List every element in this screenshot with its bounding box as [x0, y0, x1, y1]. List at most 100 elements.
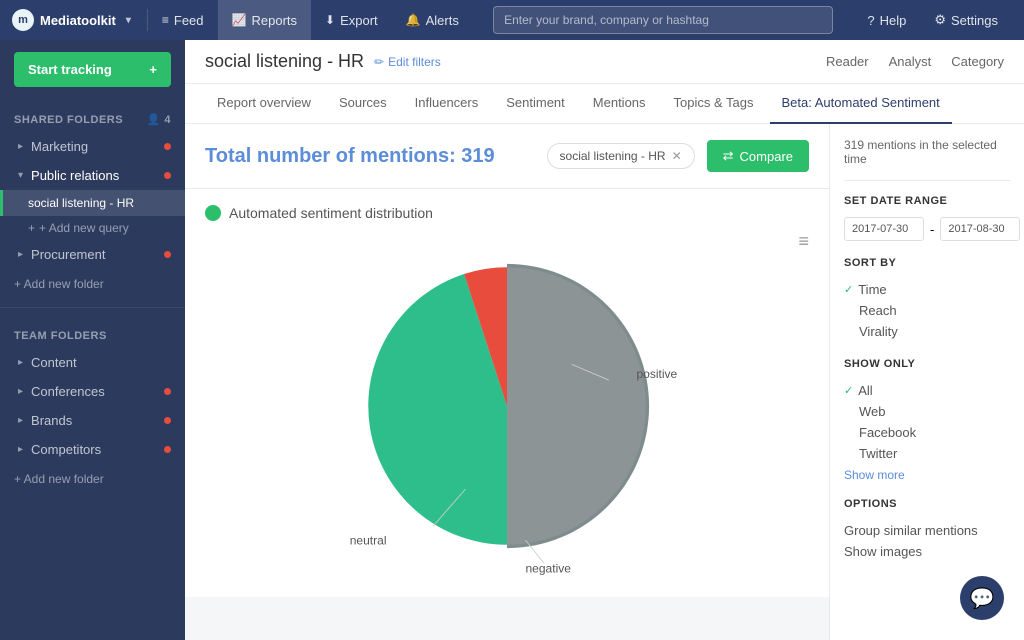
sort-by-label: SORT BY: [844, 257, 1010, 269]
tab-category[interactable]: Category: [951, 50, 1004, 73]
start-tracking-label: Start tracking: [28, 62, 112, 77]
date-range: -: [844, 217, 1010, 241]
sidebar-item-conferences[interactable]: ▸ Conferences: [0, 377, 185, 406]
subtab-report-overview[interactable]: Report overview: [205, 84, 323, 124]
show-only-facebook[interactable]: Facebook: [844, 422, 1010, 443]
chevron-right-icon: ▸: [18, 249, 23, 260]
brand-chevron-icon: ▾: [126, 15, 131, 26]
subtab-sources[interactable]: Sources: [327, 84, 399, 124]
feed-icon: ≡: [162, 13, 169, 27]
brand-label: Mediatoolkit: [40, 13, 116, 28]
search-input[interactable]: [493, 6, 833, 34]
notification-dot: [164, 143, 171, 150]
brand[interactable]: Mediatoolkit ▾: [12, 9, 148, 31]
sort-option-time[interactable]: Time: [844, 279, 1010, 300]
pie-chart-main: positive neutral negative: [297, 221, 717, 591]
add-new-folder-team[interactable]: + Add new folder: [0, 464, 185, 494]
nav-item-export[interactable]: ⬇ Export: [311, 0, 392, 40]
tab-reader[interactable]: Reader: [826, 50, 869, 73]
start-tracking-button[interactable]: Start tracking +: [14, 52, 171, 87]
active-query-label: social listening - HR: [28, 196, 134, 210]
chevron-right-icon: ▸: [18, 444, 23, 455]
team-folders-section: TEAM FOLDERS: [0, 316, 185, 348]
sort-option-virality[interactable]: Virality: [844, 321, 1010, 342]
mentions-count: 319: [461, 145, 494, 167]
sub-tabs: Report overview Sources Influencers Sent…: [185, 84, 1024, 124]
date-from-input[interactable]: [844, 217, 924, 241]
pie-label-negative: negative: [526, 562, 572, 576]
nav-item-alerts[interactable]: 🔔 Alerts: [392, 0, 473, 40]
chart-section: Automated sentiment distribution ≡: [185, 189, 829, 597]
sidebar-item-procurement[interactable]: ▸ Procurement: [0, 240, 185, 269]
person-icon: 👤: [147, 114, 161, 126]
main-layout: Start tracking + SHARED FOLDERS 👤 4 ▸ Ma…: [0, 40, 1024, 640]
sort-option-reach[interactable]: Reach: [844, 300, 1010, 321]
nav-item-alerts-label: Alerts: [426, 13, 459, 28]
subtab-sentiment[interactable]: Sentiment: [494, 84, 577, 124]
options-section: OPTIONS Group similar mentions Show imag…: [844, 498, 1010, 562]
reports-icon: 📈: [232, 13, 247, 27]
nav-item-reports[interactable]: 📈 Reports: [218, 0, 311, 40]
show-only-all[interactable]: All: [844, 380, 1010, 401]
nav-item-export-label: Export: [340, 13, 378, 28]
show-only-twitter[interactable]: Twitter: [844, 443, 1010, 464]
add-new-query-link[interactable]: + + Add new query: [0, 216, 185, 240]
pie-label-positive: positive: [637, 367, 678, 381]
subtab-beta-automated-sentiment[interactable]: Beta: Automated Sentiment: [770, 84, 952, 124]
options-label: OPTIONS: [844, 498, 1010, 510]
chevron-down-icon: ▾: [18, 170, 23, 181]
sidebar-item-competitors[interactable]: ▸ Competitors: [0, 435, 185, 464]
edit-filters-link[interactable]: ✏ Edit filters: [374, 55, 441, 69]
mentions-total-prefix: Total number of mentions:: [205, 145, 461, 167]
nav-item-help[interactable]: ? Help: [853, 0, 920, 40]
show-more-link[interactable]: Show more: [844, 464, 1010, 482]
chart-title-icon: [205, 205, 221, 221]
sidebar-item-marketing[interactable]: ▸ Marketing: [0, 132, 185, 161]
filter-tag-remove-icon[interactable]: ✕: [672, 149, 682, 163]
chevron-right-icon: ▸: [18, 141, 23, 152]
group-similar-mentions-link[interactable]: Group similar mentions: [844, 520, 1010, 541]
plus-icon: +: [149, 62, 157, 77]
compare-button[interactable]: ⇄ Compare: [707, 140, 809, 172]
tab-analyst[interactable]: Analyst: [889, 50, 932, 73]
show-images-link[interactable]: Show images: [844, 541, 1010, 562]
date-separator: -: [930, 222, 934, 237]
sidebar-competitors-label: Competitors: [31, 442, 101, 457]
sidebar-item-content[interactable]: ▸ Content: [0, 348, 185, 377]
subtab-influencers[interactable]: Influencers: [403, 84, 491, 124]
brand-icon: [12, 9, 34, 31]
subtab-topics-tags[interactable]: Topics & Tags: [662, 84, 766, 124]
chat-icon: 💬: [970, 586, 995, 611]
chart-menu-icon[interactable]: ≡: [798, 231, 809, 252]
chevron-right-icon: ▸: [18, 386, 23, 397]
sidebar: Start tracking + SHARED FOLDERS 👤 4 ▸ Ma…: [0, 40, 185, 640]
chevron-right-icon: ▸: [18, 357, 23, 368]
sidebar-item-social-listening-hr[interactable]: social listening - HR: [0, 190, 185, 216]
pie-label-neutral: neutral: [350, 534, 387, 548]
notification-dot: [164, 446, 171, 453]
add-new-folder-shared[interactable]: + Add new folder: [0, 269, 185, 299]
nav-items: ≡ Feed 📈 Reports ⬇ Export 🔔 Alerts: [148, 0, 473, 40]
sidebar-item-public-relations[interactable]: ▾ Public relations: [0, 161, 185, 190]
sidebar-content-label: Content: [31, 355, 77, 370]
chevron-right-icon: ▸: [18, 415, 23, 426]
nav-item-reports-label: Reports: [251, 13, 297, 28]
sidebar-brands-label: Brands: [31, 413, 72, 428]
shared-folders-section: SHARED FOLDERS 👤 4: [0, 99, 185, 132]
settings-icon: ⚙: [934, 12, 946, 28]
nav-item-settings[interactable]: ⚙ Settings: [920, 0, 1012, 40]
subtab-mentions[interactable]: Mentions: [581, 84, 658, 124]
nav-right: ? Help ⚙ Settings: [853, 0, 1012, 40]
sidebar-procurement-label: Procurement: [31, 247, 105, 262]
mentions-filter-area: social listening - HR ✕ ⇄ Compare: [547, 140, 809, 172]
nav-item-feed[interactable]: ≡ Feed: [148, 0, 218, 40]
pencil-icon: ✏: [374, 55, 384, 69]
chat-fab-button[interactable]: 💬: [960, 576, 1004, 620]
negative-label-line: [526, 540, 545, 563]
compare-icon: ⇄: [723, 148, 734, 164]
show-only-web[interactable]: Web: [844, 401, 1010, 422]
notification-dot: [164, 172, 171, 179]
sidebar-item-brands[interactable]: ▸ Brands: [0, 406, 185, 435]
date-to-input[interactable]: [940, 217, 1020, 241]
shared-folders-label: SHARED FOLDERS: [14, 114, 123, 126]
